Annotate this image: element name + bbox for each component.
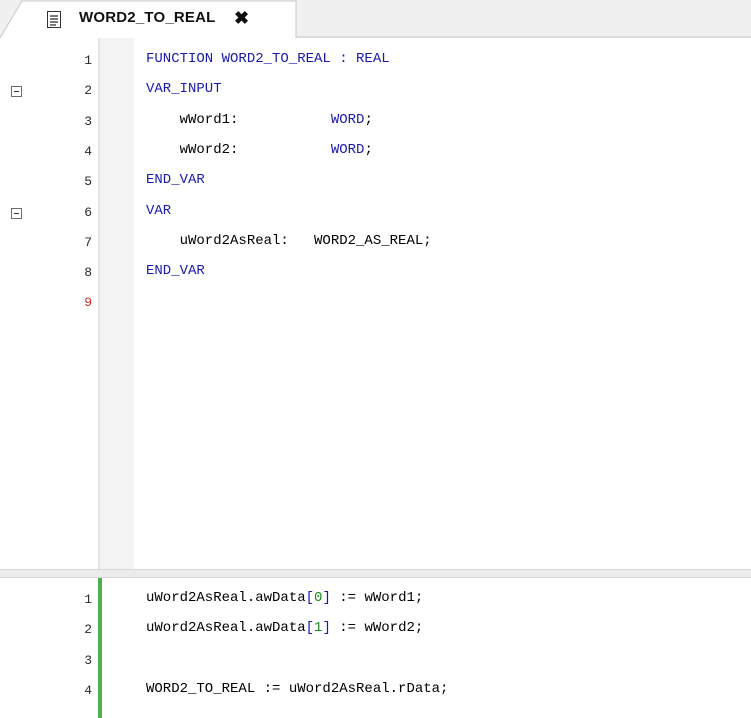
code-line[interactable]: uWord2AsReal.awData[0] := wWord1; [146, 590, 423, 606]
code-token: END_VAR [146, 263, 205, 280]
changed-lines-marker [98, 578, 102, 718]
code-line[interactable]: VAR_INPUT [146, 81, 222, 97]
code-token: ] [322, 590, 331, 606]
line-number: 3 [84, 113, 92, 129]
code-line[interactable]: VAR [146, 203, 171, 219]
code-token: uWord2AsReal: WORD2_AS_REAL; [146, 232, 432, 249]
code-token: := wWord2; [330, 620, 424, 637]
code-line[interactable]: uWord2AsReal.awData[1] := wWord2; [146, 620, 423, 636]
code-token: FUNCTION WORD2_TO_REAL : REAL [146, 51, 390, 67]
collapse-icon[interactable] [11, 86, 22, 98]
line-number: 1 [84, 53, 92, 68]
code-line[interactable]: wWord1: WORD; [146, 112, 373, 128]
line-number: 2 [84, 622, 92, 638]
code-token: VAR_INPUT [146, 81, 222, 98]
declaration-editor[interactable]: 1 FUNCTION WORD2_TO_REAL : REAL 2 VAR_INPUT… [0, 38, 751, 569]
code-line[interactable]: END_VAR [146, 263, 205, 279]
code-token: END_VAR [146, 172, 205, 189]
code-token: := wWord1; [330, 590, 424, 606]
document-icon [47, 11, 61, 28]
code-token: WORD [330, 111, 365, 128]
line-number: 7 [84, 234, 92, 250]
code-token: WORD2_TO_REAL := uWord2AsReal.rData; [146, 680, 449, 697]
code-token: ; [364, 111, 373, 128]
line-number: 5 [84, 174, 92, 190]
code-token: uWord2AsReal.awData [146, 590, 306, 606]
collapse-icon[interactable] [11, 207, 22, 219]
code-token: [ [305, 620, 315, 637]
tab-title[interactable]: WORD2_TO_REAL [79, 9, 216, 26]
pane-splitter[interactable] [0, 569, 751, 578]
close-icon[interactable]: ✖ [234, 8, 249, 28]
code-token: ] [322, 620, 331, 637]
code-token: VAR [146, 202, 172, 219]
line-number: 2 [84, 83, 92, 99]
code-line[interactable]: wWord2: WORD; [146, 142, 373, 158]
code-token: [ [305, 590, 315, 606]
line-number: 6 [84, 204, 92, 220]
implementation-editor[interactable]: 1 uWord2AsReal.awData[0] := wWord1; 2 uWord… [0, 578, 751, 718]
code-line[interactable]: FUNCTION WORD2_TO_REAL : REAL [146, 51, 390, 67]
line-number: 1 [84, 592, 92, 607]
line-number: 8 [84, 265, 92, 281]
code-token: wWord1: [146, 111, 331, 128]
line-number: 9 [84, 295, 92, 311]
line-number: 4 [84, 682, 92, 698]
code-token: ; [364, 141, 373, 158]
editor-tab-bar: WORD2_TO_REAL ✖ [0, 0, 751, 38]
code-token: uWord2AsReal.awData [146, 620, 306, 637]
code-token: WORD [330, 141, 365, 158]
code-line[interactable]: END_VAR [146, 172, 205, 188]
code-line[interactable]: WORD2_TO_REAL := uWord2AsReal.rData; [146, 681, 448, 697]
indent-margin [100, 38, 134, 569]
line-number: 3 [84, 652, 92, 668]
code-token: wWord2: [146, 141, 331, 158]
line-number: 4 [84, 143, 92, 159]
code-line[interactable]: uWord2AsReal: WORD2_AS_REAL; [146, 233, 432, 249]
